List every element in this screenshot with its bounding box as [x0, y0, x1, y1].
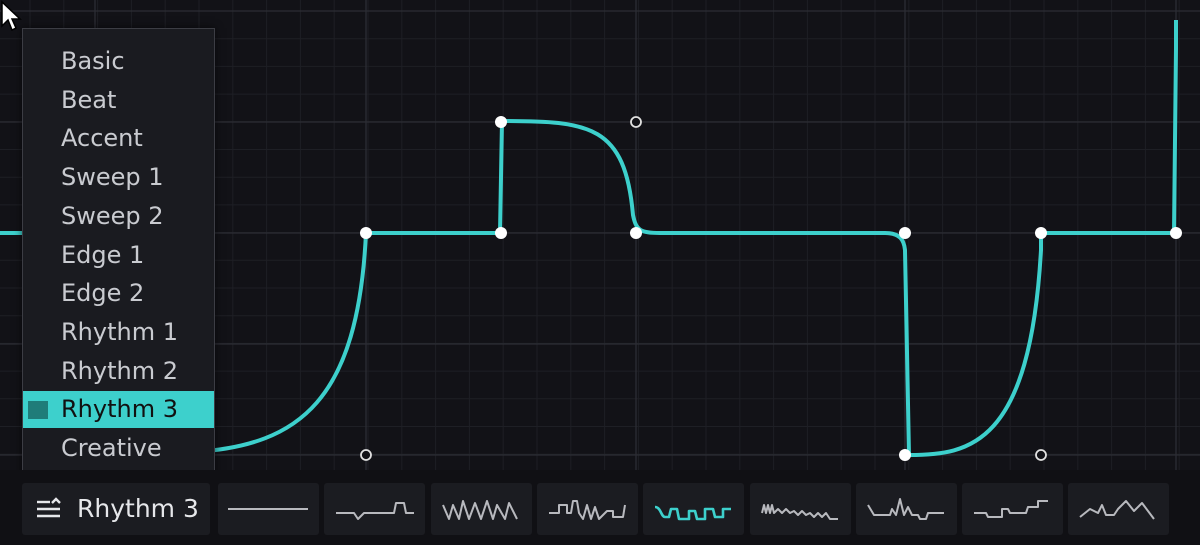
preset-menu-item-label: Rhythm 1: [61, 317, 178, 346]
preset-menu-item[interactable]: Accent: [23, 120, 214, 157]
shape-preset-button[interactable]: [324, 483, 426, 535]
pulse-icon: [336, 502, 415, 520]
shape-preset-button[interactable]: [749, 483, 851, 535]
stepped-wave-icon: [548, 500, 626, 520]
shape-preset-button[interactable]: [643, 483, 745, 535]
curve-node[interactable]: [899, 227, 911, 239]
preset-dropdown-menu: Basic Beat Accent Sweep 1 Sweep 2 Edge 1 Edge …: [22, 28, 215, 480]
preset-menu-item[interactable]: Edge 1: [23, 237, 214, 274]
shape-preset-button[interactable]: [962, 483, 1064, 535]
curve-handle[interactable]: [360, 449, 372, 461]
preset-menu-item-label: Basic: [61, 47, 125, 75]
preset-menu-item-label: Rhythm 2: [61, 356, 178, 385]
mouse-pointer-icon: [1, 0, 22, 32]
selected-indicator: [28, 401, 48, 420]
shape-preset-button[interactable]: [536, 483, 638, 535]
curve-node[interactable]: [899, 449, 911, 461]
curve-handle[interactable]: [1035, 449, 1047, 461]
curve-node[interactable]: [360, 227, 372, 239]
preset-menu-item-label: Edge 2: [61, 279, 145, 308]
curve-handle[interactable]: [630, 116, 642, 128]
preset-menu-item-label: Edge 1: [61, 240, 145, 269]
preset-menu-item[interactable]: Beat: [23, 82, 214, 119]
menu-lines-icon: [37, 497, 61, 518]
curve-node[interactable]: [495, 227, 507, 239]
current-preset-label: Rhythm 3: [77, 494, 199, 523]
curve-node[interactable]: [1035, 227, 1047, 239]
shape-preset-button[interactable]: [855, 483, 957, 535]
preset-menu-item-label: Accent: [61, 124, 143, 153]
lfo-curve-editor[interactable]: Basic Beat Accent Sweep 1 Sweep 2 Edge 1 Edge …: [0, 0, 1200, 480]
preset-toolbar: Rhythm 3: [0, 470, 1200, 545]
preset-menu-item-label: Beat: [61, 85, 117, 114]
preset-menu-item-label: Sweep 1: [61, 163, 164, 192]
preset-menu-item[interactable]: Sweep 2: [23, 198, 214, 235]
dense-rhythm-icon: [760, 504, 838, 520]
preset-menu-item[interactable]: Rhythm 1: [23, 314, 214, 351]
flat-line-icon: [228, 508, 308, 510]
curve-node[interactable]: [495, 116, 507, 128]
ramp-wave-icon: [1079, 500, 1156, 520]
preset-selector-button[interactable]: Rhythm 3: [22, 483, 210, 535]
preset-menu-item-label: Creative: [61, 434, 162, 462]
curve-node[interactable]: [1170, 227, 1182, 239]
preset-menu-item[interactable]: Rhythm 3: [23, 391, 214, 429]
curve-node[interactable]: [630, 227, 642, 239]
shape-preset-button[interactable]: [1068, 483, 1170, 535]
preset-menu-item[interactable]: Rhythm 2: [23, 353, 214, 390]
preset-menu-item[interactable]: Edge 2: [23, 275, 214, 312]
preset-menu-item-label: Sweep 2: [61, 201, 164, 230]
preset-menu-item-label: Rhythm 3: [61, 395, 178, 424]
preset-menu-item[interactable]: Creative: [23, 430, 214, 467]
preset-menu-item[interactable]: Basic: [23, 43, 214, 80]
steps-icon: [974, 500, 1049, 518]
rhythm-3-wave-icon: [654, 505, 732, 521]
shape-preset-button[interactable]: [218, 483, 319, 535]
preset-menu-item[interactable]: Sweep 1: [23, 159, 214, 196]
spike-wave-icon: [866, 498, 944, 520]
sawtooth-icon: [441, 500, 518, 520]
shape-preset-button[interactable]: [430, 483, 532, 535]
